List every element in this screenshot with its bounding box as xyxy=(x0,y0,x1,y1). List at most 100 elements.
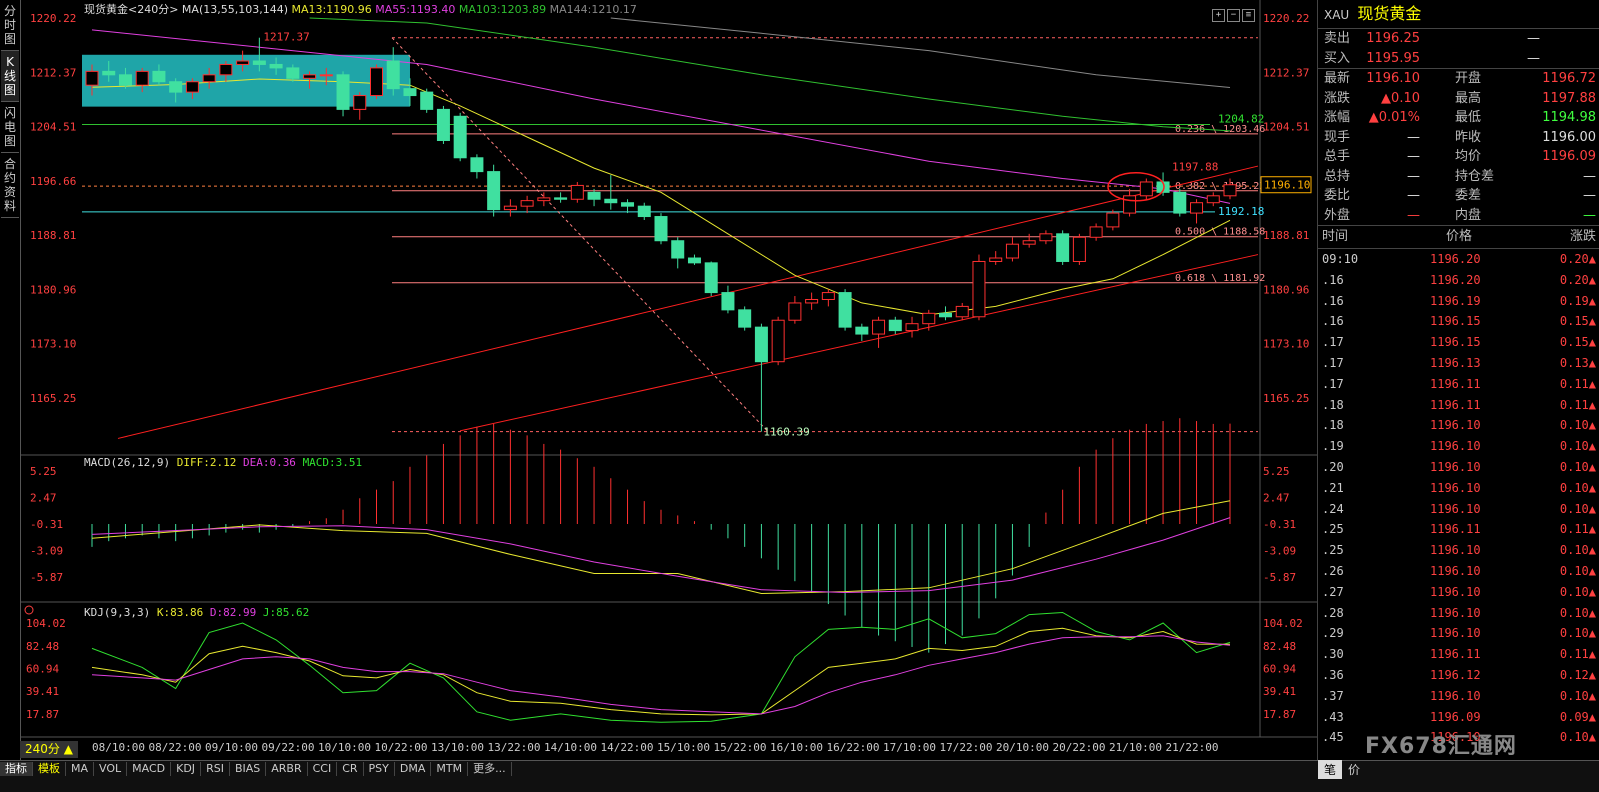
macd-y-tick-right: 5.25 xyxy=(1263,465,1290,478)
macd-y-tick-left: 5.25 xyxy=(30,465,57,478)
x-tick-label: 21/22:00 xyxy=(1166,741,1219,754)
y-tick-label-right: 1220.22 xyxy=(1263,12,1309,25)
kdj-y-tick-left: 60.94 xyxy=(26,663,59,676)
zoom-in-icon[interactable]: + xyxy=(1212,9,1225,22)
candle xyxy=(637,202,651,220)
indicator-tab[interactable]: CCI xyxy=(308,762,338,776)
tick-change: 0.15▲ xyxy=(1559,314,1596,329)
panel-tab[interactable]: 笔 xyxy=(1318,760,1343,779)
candle xyxy=(1123,188,1137,217)
indicator-tab[interactable]: 模板 xyxy=(33,762,66,776)
candle xyxy=(738,306,752,331)
quote-label: 委比 xyxy=(1324,188,1351,203)
candle xyxy=(671,237,685,269)
y-tick-label-right: 1173.10 xyxy=(1263,338,1309,351)
tick-change: 0.10▲ xyxy=(1559,459,1596,474)
symbol-code: XAU xyxy=(1324,8,1350,22)
macd-y-tick-right: -0.31 xyxy=(1263,518,1296,531)
settings-icon[interactable]: ≡ xyxy=(1242,9,1255,22)
tick-time: .16 xyxy=(1322,272,1344,287)
tick-list[interactable]: 09:10 1196.20 0.20▲ .16 1196.20 0.20▲ .16 1196.… xyxy=(1318,249,1599,748)
tick-price: 1196.11 xyxy=(1430,397,1481,412)
tick-change: 0.10▲ xyxy=(1559,730,1596,745)
panel-tab[interactable]: 价 xyxy=(1342,760,1366,779)
indicator-tab[interactable]: KDJ xyxy=(171,762,202,776)
tick-change: 0.10▲ xyxy=(1559,439,1596,454)
candle xyxy=(1106,209,1120,231)
x-tick-label: 15/22:00 xyxy=(714,741,767,754)
macd-y-tick-left: 2.47 xyxy=(30,492,57,505)
y-tick-label-left: 1212.37 xyxy=(30,66,76,79)
quote-label: 买入 xyxy=(1324,50,1351,66)
tick-time: .25 xyxy=(1322,522,1344,537)
tick-price: 1196.10 xyxy=(1430,439,1481,454)
candle xyxy=(989,251,1003,265)
tick-change: 0.20▲ xyxy=(1559,252,1596,266)
chart-area[interactable]: 现货黄金<240分> MA(13,55,103,144) MA13:1190.9… xyxy=(0,0,1317,760)
y-tick-label-left: 1173.10 xyxy=(30,338,76,351)
indicator-tab[interactable]: ARBR xyxy=(266,762,308,776)
channel-upper-line xyxy=(117,165,1259,439)
indicator-tab[interactable]: BIAS xyxy=(230,762,267,776)
x-tick-label: 15/10:00 xyxy=(657,741,710,754)
tick-row: .36 1196.12 0.12▲ xyxy=(1318,665,1599,686)
tick-price: 1196.11 xyxy=(1430,647,1481,662)
indicator-tab[interactable]: PSY xyxy=(364,762,395,776)
kdj-header: KDJ(9,3,3) K:83.86 D:82.99 J:85.62 xyxy=(84,606,309,619)
indicator-tab[interactable]: VOL xyxy=(94,762,128,776)
tick-row: .30 1196.11 0.11▲ xyxy=(1318,644,1599,665)
y-tick-label-left: 1204.51 xyxy=(30,121,76,134)
candle xyxy=(955,302,969,321)
indicator-tab[interactable]: CR xyxy=(337,762,364,776)
indicator-tab[interactable]: MACD xyxy=(127,762,172,776)
tick-row: .19 1196.10 0.10▲ xyxy=(1318,436,1599,457)
zoom-out-icon[interactable]: − xyxy=(1227,9,1240,22)
recent-high-label: 1197.88 xyxy=(1172,160,1218,173)
tick-time: .20 xyxy=(1322,459,1344,474)
candle xyxy=(420,88,434,113)
tick-price: 1196.10 xyxy=(1430,563,1481,578)
x-tick-label: 09/22:00 xyxy=(262,741,315,754)
quote-value: — xyxy=(1407,207,1420,223)
candle xyxy=(520,195,534,214)
quote-value2: 1196.00 xyxy=(1542,129,1596,145)
candle xyxy=(654,213,668,245)
macd-y-tick-left: -3.09 xyxy=(30,545,63,558)
quote-value: — xyxy=(1407,129,1420,145)
x-tick-label: 16/10:00 xyxy=(770,741,823,754)
tick-price: 1196.13 xyxy=(1430,355,1481,370)
indicator-tab[interactable]: 更多... xyxy=(468,762,512,776)
candle xyxy=(821,289,835,307)
tick-price: 1196.11 xyxy=(1430,376,1481,391)
quote-label2: 最低 xyxy=(1455,110,1482,125)
tick-price: 1196.15 xyxy=(1430,335,1481,350)
x-tick-label: 20/22:00 xyxy=(1053,741,1106,754)
candle xyxy=(587,188,601,207)
svg-text:1196.10: 1196.10 xyxy=(1264,179,1310,192)
tick-row: .25 1196.11 0.11▲ xyxy=(1318,519,1599,540)
quote-row: 最新 1196.10 开盘 1196.72 xyxy=(1318,69,1599,89)
tick-time: .28 xyxy=(1322,605,1344,620)
tick-time: .24 xyxy=(1322,501,1344,516)
indicator-tab[interactable]: DMA xyxy=(395,762,432,776)
quote-row: 委比 — 委差 — xyxy=(1318,186,1599,206)
kdj-k-line xyxy=(91,627,1231,716)
tick-time: .16 xyxy=(1322,314,1344,329)
tick-row: .37 1196.10 0.10▲ xyxy=(1318,686,1599,707)
tick-row: .26 1196.10 0.10▲ xyxy=(1318,561,1599,582)
last-price-tag: 1196.10 xyxy=(1260,176,1312,194)
quote-label: 涨跌 xyxy=(1324,90,1351,106)
quote-value2: — xyxy=(1583,168,1596,184)
indicator-tab[interactable]: 指标 xyxy=(0,762,33,776)
indicator-tab[interactable]: MA xyxy=(66,762,95,776)
indicator-tab[interactable]: MTM xyxy=(431,762,469,776)
period-selector[interactable]: 240分 ▲ xyxy=(20,741,78,758)
tick-price: 1196.10 xyxy=(1430,626,1481,641)
candle xyxy=(436,105,450,144)
low-annotation: 1160.39 xyxy=(763,426,809,439)
x-tick-label: 16/22:00 xyxy=(827,741,880,754)
indicator-tab[interactable]: RSI xyxy=(201,762,230,776)
candle xyxy=(353,92,367,120)
tick-row: .18 1196.10 0.10▲ xyxy=(1318,415,1599,436)
candle xyxy=(939,306,952,321)
